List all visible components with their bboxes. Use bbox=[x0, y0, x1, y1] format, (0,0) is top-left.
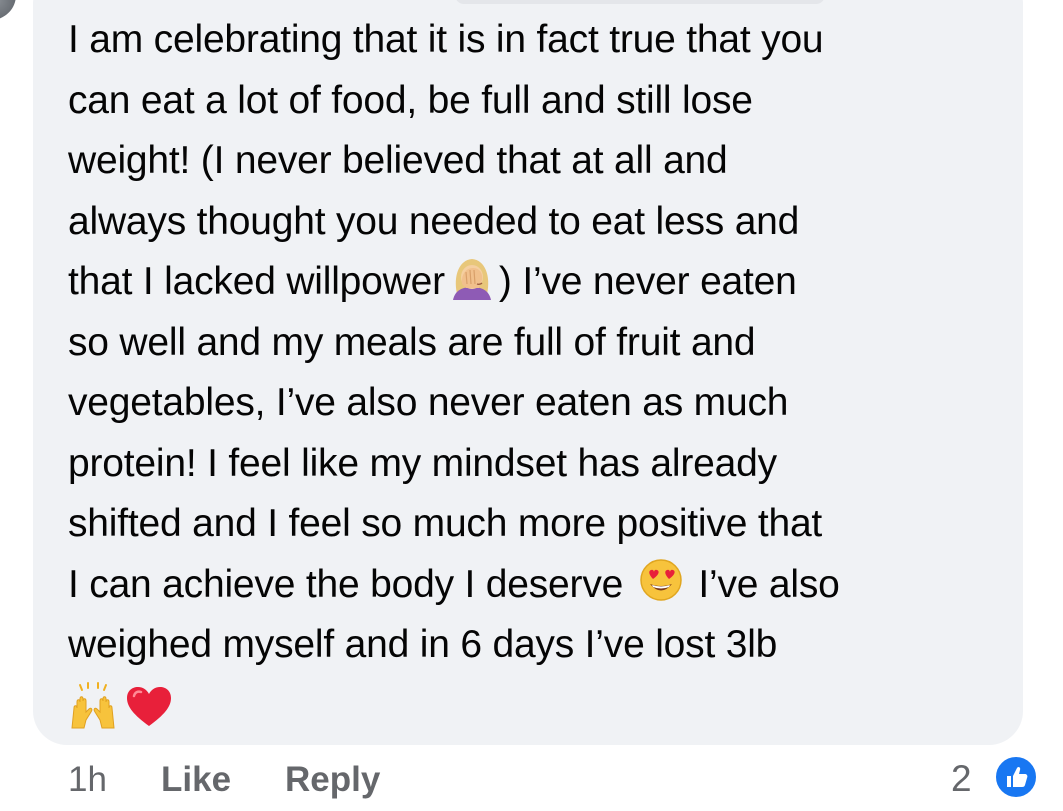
commenter-name-pill[interactable] bbox=[455, 0, 825, 4]
like-icon[interactable] bbox=[993, 754, 1039, 800]
comment-line: weighed myself and in 6 days I’ve lost 3… bbox=[68, 623, 778, 666]
comment-fragment: I can achieve the body I deserve bbox=[68, 562, 624, 606]
comment-text: I am celebrating that it is in fact true… bbox=[68, 10, 998, 742]
comment-fragment: I’ve also bbox=[698, 562, 840, 606]
heart-eyes-emoji-icon bbox=[638, 557, 684, 603]
red-heart-emoji-icon bbox=[124, 682, 174, 732]
like-button[interactable]: Like bbox=[161, 760, 231, 800]
emoji-row bbox=[68, 676, 998, 742]
raised-hands-emoji-icon bbox=[68, 681, 118, 732]
facepalm-emoji-icon bbox=[449, 254, 495, 300]
reply-button[interactable]: Reply bbox=[285, 760, 380, 800]
comment-fragment: ) I’ve never eaten bbox=[498, 260, 797, 303]
comment-line: protein! I feel like my mindset has alre… bbox=[68, 441, 777, 485]
comment-line: I can achieve the body I deserve I’ve al… bbox=[68, 555, 998, 616]
comment-line: vegetables, I’ve also never eaten as muc… bbox=[68, 381, 789, 424]
commenter-avatar[interactable] bbox=[0, 0, 16, 20]
comment-line: shifted and I feel so much more positive… bbox=[68, 502, 823, 545]
comment-line: that I lacked willpower ) I’ve never eat… bbox=[68, 252, 998, 313]
comment-line: so well and my meals are full of fruit a… bbox=[68, 320, 756, 364]
comment-line: weight! (I never believed that at all an… bbox=[68, 139, 728, 182]
comment-fragment: that I lacked willpower bbox=[68, 260, 445, 303]
comment-line: can eat a lot of food, be full and still… bbox=[68, 78, 753, 122]
comment-line: I am celebrating that it is in fact true… bbox=[68, 18, 824, 61]
comment-timestamp[interactable]: 1h bbox=[68, 760, 107, 800]
reaction-count[interactable]: 2 bbox=[951, 758, 972, 800]
comment-line: always thought you needed to eat less an… bbox=[68, 199, 800, 243]
